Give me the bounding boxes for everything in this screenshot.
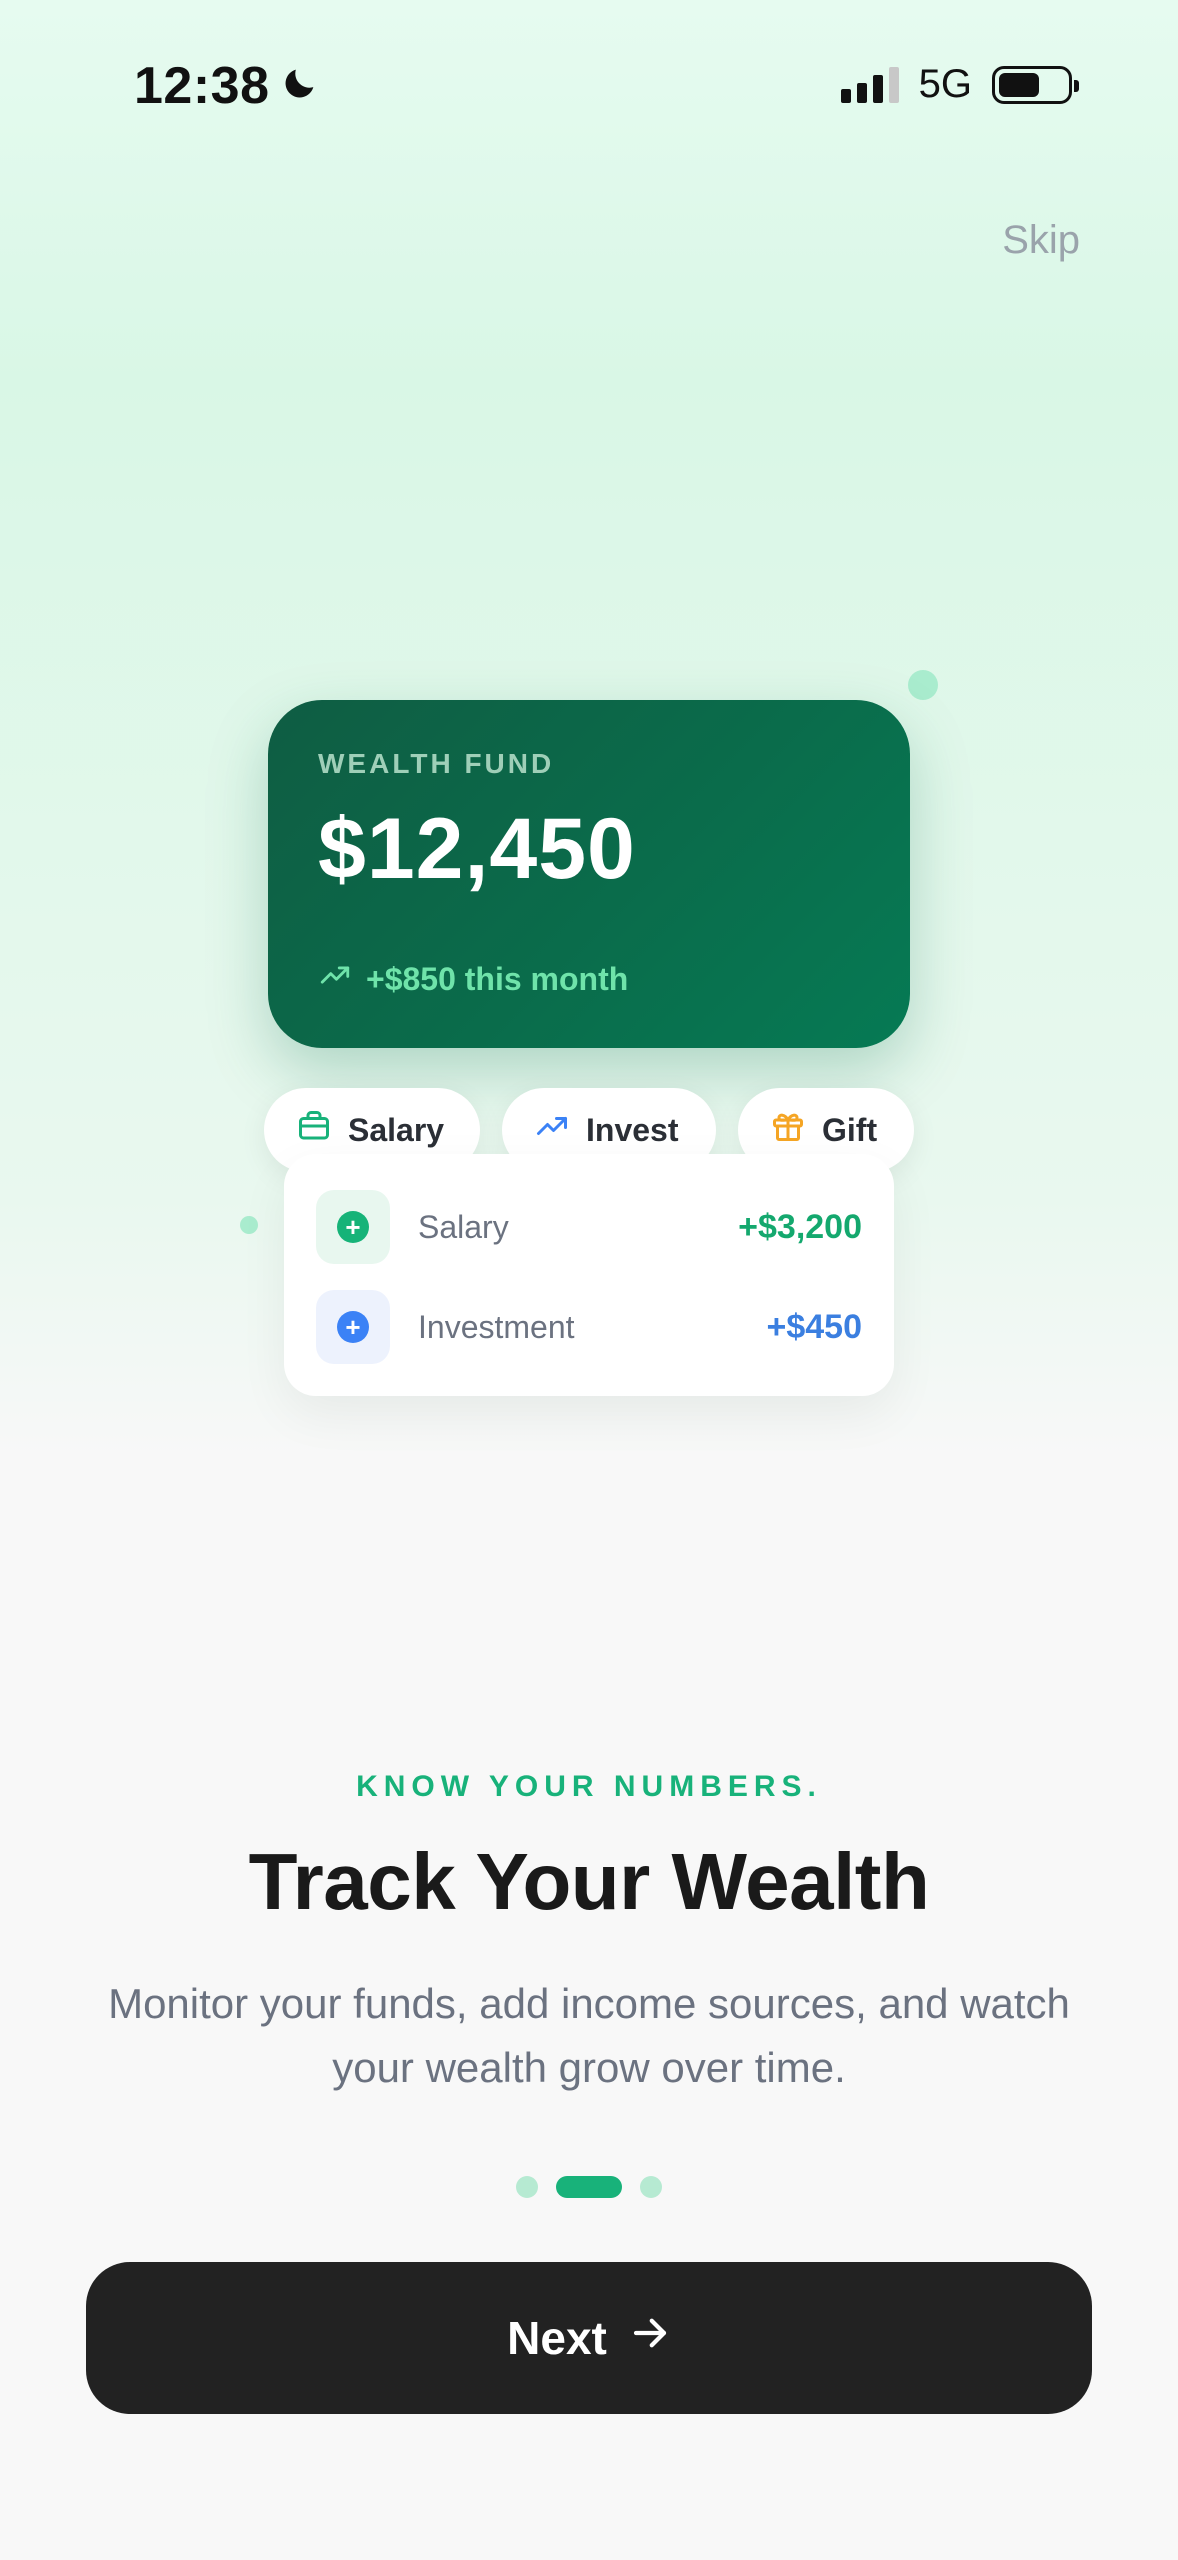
signal-icon	[840, 66, 899, 103]
eyebrow-text: KNOW YOUR NUMBERS.	[356, 1770, 822, 1803]
page-dot[interactable]	[516, 2176, 538, 2198]
arrow-right-icon	[629, 2311, 671, 2365]
decorative-dot	[908, 670, 938, 700]
plus-circle-icon: +	[337, 1211, 369, 1243]
next-button-label: Next	[507, 2312, 607, 2364]
chip-label: Gift	[822, 1111, 878, 1148]
list-item: + Salary +$3,200	[316, 1188, 862, 1266]
plus-icon-container: +	[316, 1290, 390, 1364]
moon-icon	[280, 56, 320, 116]
network-label: 5G	[918, 62, 972, 106]
tx-amount: +$3,200	[738, 1207, 862, 1246]
page-dot-active[interactable]	[556, 2176, 622, 2198]
tx-label: Salary	[418, 1208, 509, 1245]
growth-text: +$850 this month	[366, 960, 629, 997]
status-time: 12:38	[134, 56, 320, 116]
income-list-card: + Salary +$3,200 + Investment +$450	[284, 1154, 894, 1396]
trending-up-icon	[318, 958, 352, 1000]
card-growth: +$850 this month	[318, 958, 628, 1000]
chip-label: Salary	[348, 1111, 445, 1148]
wealth-fund-card: WEALTH FUND $12,450 +$850 this month	[268, 700, 910, 1048]
status-indicators: 5G	[840, 62, 1079, 107]
skip-button[interactable]: Skip	[1002, 218, 1080, 263]
battery-icon	[992, 65, 1079, 104]
trending-up-icon	[534, 1108, 570, 1152]
decorative-dot	[240, 1216, 258, 1234]
page-title: Track Your Wealth	[248, 1837, 930, 1926]
plus-icon-container: +	[316, 1190, 390, 1264]
plus-circle-icon: +	[337, 1311, 369, 1343]
next-button[interactable]: Next	[86, 2262, 1092, 2414]
tx-label: Investment	[418, 1308, 575, 1345]
status-time-text: 12:38	[134, 57, 270, 115]
page-dot[interactable]	[640, 2176, 662, 2198]
card-label: WEALTH FUND	[318, 748, 555, 779]
page-description: Monitor your funds, add income sources, …	[108, 1980, 1070, 2091]
briefcase-icon	[296, 1108, 332, 1152]
list-item: + Investment +$450	[316, 1288, 862, 1366]
card-amount: $12,450	[318, 801, 636, 897]
chip-label: Invest	[586, 1111, 679, 1148]
page-indicator	[0, 2176, 1178, 2198]
tx-amount: +$450	[766, 1307, 863, 1346]
gift-icon	[770, 1108, 806, 1152]
